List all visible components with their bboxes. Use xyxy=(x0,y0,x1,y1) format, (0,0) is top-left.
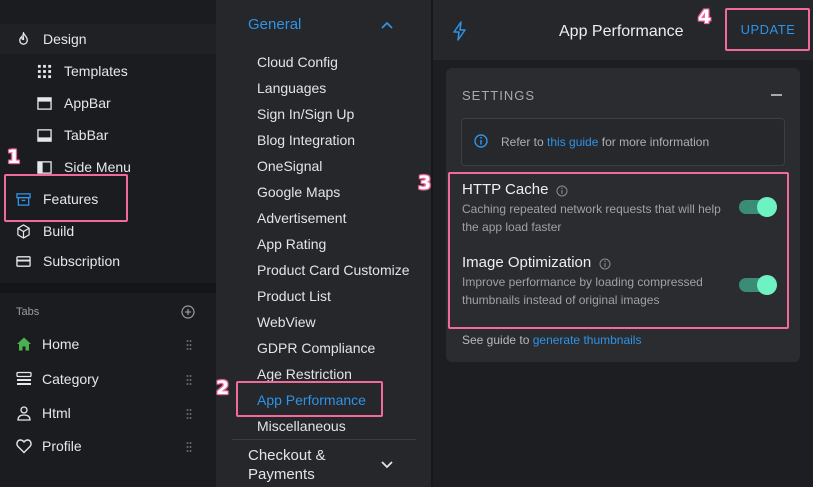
menu-item-gdpr[interactable]: GDPR Compliance xyxy=(257,340,375,356)
step-number: 2 xyxy=(216,377,230,399)
highlight-options xyxy=(448,172,789,329)
collapse-icon[interactable] xyxy=(771,94,782,96)
menu-section-checkout[interactable]: Checkout & Payments xyxy=(248,446,358,484)
sidebar-item-label: Subscription xyxy=(43,253,121,269)
person-icon xyxy=(16,405,32,421)
sidebar-item-templates[interactable]: Templates xyxy=(0,56,216,86)
menu-item-app-rating[interactable]: App Rating xyxy=(257,236,326,252)
sidebar-item-tabbar[interactable]: TabBar xyxy=(0,120,216,150)
step-number: 4 xyxy=(698,6,712,28)
step-number: 1 xyxy=(7,146,21,168)
guide-prefix: See guide to xyxy=(462,333,533,347)
add-tab-icon[interactable] xyxy=(181,305,195,319)
page-title: App Performance xyxy=(559,23,684,40)
bolt-icon xyxy=(452,21,468,41)
menu-item-cloud-config[interactable]: Cloud Config xyxy=(257,54,338,70)
grid-icon xyxy=(37,64,52,79)
sidebar: Design Templates AppBar TabBar Side Menu… xyxy=(0,0,216,487)
sidebar-item-label: Templates xyxy=(64,63,128,79)
home-icon xyxy=(16,336,32,352)
menu-item-product-card[interactable]: Product Card Customize xyxy=(257,262,410,278)
chevron-up-icon[interactable] xyxy=(380,18,394,32)
menu-item-webview[interactable]: WebView xyxy=(257,314,316,330)
chevron-down-icon[interactable] xyxy=(380,458,394,472)
tab-item-html[interactable]: Html xyxy=(16,399,200,427)
drag-handle-icon[interactable] xyxy=(186,373,192,385)
menu-item-sign-in[interactable]: Sign In/Sign Up xyxy=(257,106,354,122)
card-icon xyxy=(16,254,31,269)
info-suffix: for more information xyxy=(598,135,710,149)
heart-icon xyxy=(16,438,32,454)
generate-thumbnails-link[interactable]: generate thumbnails xyxy=(533,333,642,347)
highlight-app-performance xyxy=(236,381,383,417)
flame-icon xyxy=(16,31,31,47)
highlight-features xyxy=(4,174,128,222)
menu-item-onesignal[interactable]: OneSignal xyxy=(257,158,322,174)
menu-item-product-list[interactable]: Product List xyxy=(257,288,331,304)
sidebar-item-label: TabBar xyxy=(64,127,109,143)
thumbnail-guide-text: See guide to generate thumbnails xyxy=(462,333,641,347)
info-icon xyxy=(474,134,488,148)
tab-item-label: Profile xyxy=(42,438,82,454)
tab-item-label: Category xyxy=(42,371,99,387)
cube-icon xyxy=(16,223,31,239)
step-number: 3 xyxy=(418,172,432,194)
settings-title: SETTINGS xyxy=(462,88,536,103)
menu-divider xyxy=(232,439,416,440)
sidebar-item-subscription[interactable]: Subscription xyxy=(0,246,216,276)
info-text: Refer to this guide for more information xyxy=(501,135,709,149)
sidebar-divider xyxy=(0,283,216,293)
sidebar-item-label: Design xyxy=(43,31,87,47)
menu-item-age-restriction[interactable]: Age Restriction xyxy=(257,366,352,382)
drag-handle-icon[interactable] xyxy=(186,338,192,350)
drag-handle-icon[interactable] xyxy=(186,407,192,419)
menu-section-general[interactable]: General xyxy=(248,16,301,33)
tab-item-home[interactable]: Home xyxy=(16,330,200,358)
menu-item-advertisement[interactable]: Advertisement xyxy=(257,210,346,226)
tab-item-label: Html xyxy=(42,405,71,421)
sidebar-item-design[interactable]: Design xyxy=(0,24,216,54)
menu-item-blog-integration[interactable]: Blog Integration xyxy=(257,132,355,148)
tabs-header: Tabs xyxy=(16,306,40,318)
sidebar-item-appbar[interactable]: AppBar xyxy=(0,88,216,118)
tab-item-profile[interactable]: Profile xyxy=(16,432,200,460)
menu-item-google-maps[interactable]: Google Maps xyxy=(257,184,340,200)
sidebar-item-label: AppBar xyxy=(64,95,111,111)
info-prefix: Refer to xyxy=(501,135,548,149)
tabbar-icon xyxy=(37,128,52,143)
tab-item-label: Home xyxy=(42,336,80,352)
highlight-update xyxy=(725,8,810,51)
menu-item-miscellaneous[interactable]: Miscellaneous xyxy=(257,418,346,434)
sidemenu-icon xyxy=(37,160,52,175)
appbar-icon xyxy=(37,96,52,111)
drag-handle-icon[interactable] xyxy=(186,440,192,452)
sidebar-item-label: Side Menu xyxy=(64,159,131,175)
tab-item-category[interactable]: Category xyxy=(16,365,200,393)
menu-item-languages[interactable]: Languages xyxy=(257,80,326,96)
guide-link[interactable]: this guide xyxy=(547,135,598,149)
sidebar-item-label: Build xyxy=(43,223,75,239)
category-icon xyxy=(16,371,32,387)
